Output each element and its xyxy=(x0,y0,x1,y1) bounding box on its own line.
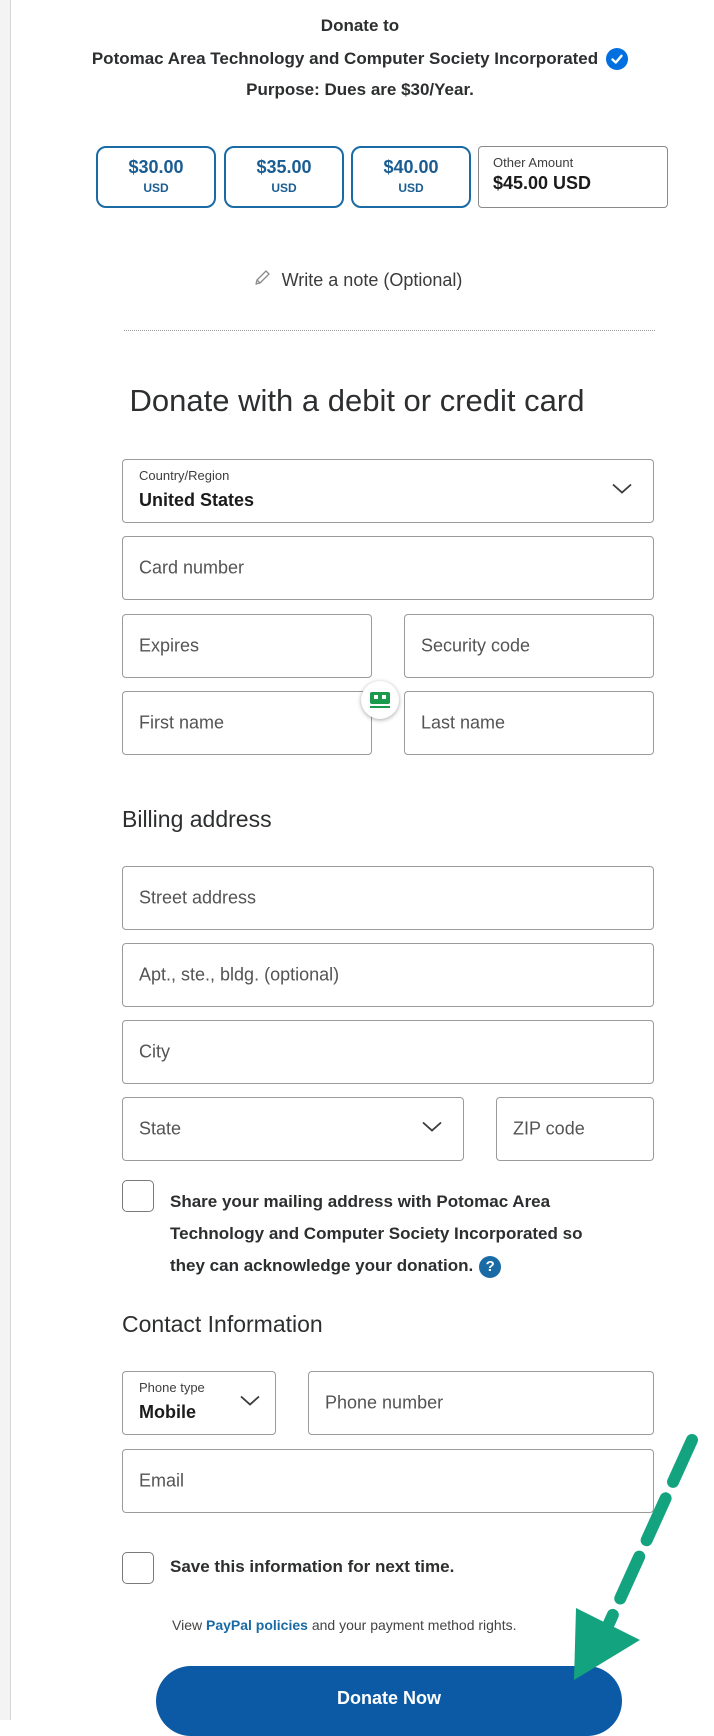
amount-value: $40.00 xyxy=(383,157,439,177)
security-code-field[interactable]: Security code xyxy=(404,614,654,678)
other-amount-value: $45.00 USD xyxy=(493,173,592,193)
chevron-down-icon xyxy=(239,1394,261,1413)
share-text-line3: they can acknowledge your donation. xyxy=(170,1256,474,1275)
security-code-placeholder: Security code xyxy=(421,635,531,656)
phone-type-value: Mobile xyxy=(139,1402,196,1422)
chevron-down-icon xyxy=(421,1120,443,1139)
street-address-placeholder: Street address xyxy=(139,887,257,908)
phone-type-select[interactable]: Phone type Mobile xyxy=(122,1371,276,1435)
donate-now-button[interactable]: Donate Now xyxy=(156,1666,622,1736)
share-address-label: Share your mailing address with Potomac … xyxy=(170,1186,670,1282)
expires-field[interactable]: Expires xyxy=(122,614,372,678)
amount-option-30[interactable]: $30.00 USD xyxy=(96,146,216,208)
country-value: United States xyxy=(139,490,255,510)
other-amount-input[interactable]: Other Amount $45.00 USD xyxy=(478,146,668,208)
verified-badge-icon xyxy=(606,48,629,70)
card-number-field[interactable]: Card number xyxy=(122,536,654,600)
save-info-label: Save this information for next time. xyxy=(170,1557,455,1576)
section-divider xyxy=(124,330,655,331)
state-placeholder: State xyxy=(139,1118,182,1139)
first-name-field[interactable]: First name xyxy=(122,691,372,755)
policies-suffix: and your payment method rights. xyxy=(311,1617,517,1633)
zip-code-field[interactable]: ZIP code xyxy=(496,1097,654,1161)
pencil-icon xyxy=(252,268,272,293)
card-number-placeholder: Card number xyxy=(139,557,245,578)
policies-prefix: View xyxy=(172,1617,203,1633)
state-select[interactable]: State xyxy=(122,1097,464,1161)
save-info-checkbox[interactable] xyxy=(122,1552,154,1584)
org-name: Potomac Area Technology and Computer Soc… xyxy=(91,49,599,68)
donate-to-heading: Donate to xyxy=(320,16,400,35)
phone-number-placeholder: Phone number xyxy=(325,1392,444,1413)
amount-value: $35.00 xyxy=(256,157,312,177)
share-text-line2: Technology and Computer Society Incorpor… xyxy=(170,1224,583,1243)
amount-option-35[interactable]: $35.00 USD xyxy=(224,146,344,208)
paypal-policies-link[interactable]: PayPal policies xyxy=(206,1617,308,1633)
zip-code-placeholder: ZIP code xyxy=(513,1118,585,1139)
apt-field[interactable]: Apt., ste., bldg. (optional) xyxy=(122,943,654,1007)
policies-text: View PayPal policies and your payment me… xyxy=(172,1617,517,1633)
page-left-border xyxy=(0,0,11,1720)
phone-type-label: Phone type xyxy=(139,1380,205,1395)
amount-currency: USD xyxy=(398,181,424,195)
org-name-row: Potomac Area Technology and Computer Soc… xyxy=(20,48,700,70)
email-placeholder: Email xyxy=(139,1470,185,1491)
amount-currency: USD xyxy=(143,181,169,195)
card-section-title: Donate with a debit or credit card xyxy=(129,383,585,418)
amount-value: $30.00 xyxy=(128,157,184,177)
last-name-placeholder: Last name xyxy=(421,712,506,733)
share-address-checkbox[interactable] xyxy=(122,1180,154,1212)
chevron-down-icon xyxy=(611,482,633,501)
share-text-line1: Share your mailing address with Potomac … xyxy=(170,1192,551,1211)
city-field[interactable]: City xyxy=(122,1020,654,1084)
city-placeholder: City xyxy=(139,1041,170,1062)
write-note-label: Write a note (Optional) xyxy=(281,270,463,290)
purpose-text: Purpose: Dues are $30/Year. xyxy=(246,80,474,99)
amount-currency: USD xyxy=(271,181,297,195)
country-label: Country/Region xyxy=(139,468,230,483)
write-note-link[interactable]: Write a note (Optional) xyxy=(0,268,714,293)
amount-option-40[interactable]: $40.00 USD xyxy=(351,146,471,208)
phone-number-field[interactable]: Phone number xyxy=(308,1371,654,1435)
country-select[interactable]: Country/Region United States xyxy=(122,459,654,523)
annotation-arrow xyxy=(574,1434,698,1680)
billing-address-title: Billing address xyxy=(122,806,272,832)
expires-placeholder: Expires xyxy=(139,635,200,656)
help-icon[interactable]: ? xyxy=(479,1255,502,1278)
street-address-field[interactable]: Street address xyxy=(122,866,654,930)
contact-info-title: Contact Information xyxy=(122,1311,323,1337)
first-name-placeholder: First name xyxy=(139,712,225,733)
other-amount-label: Other Amount xyxy=(493,155,574,170)
apt-placeholder: Apt., ste., bldg. (optional) xyxy=(139,964,340,985)
autofill-badge-icon[interactable] xyxy=(361,681,399,719)
last-name-field[interactable]: Last name xyxy=(404,691,654,755)
